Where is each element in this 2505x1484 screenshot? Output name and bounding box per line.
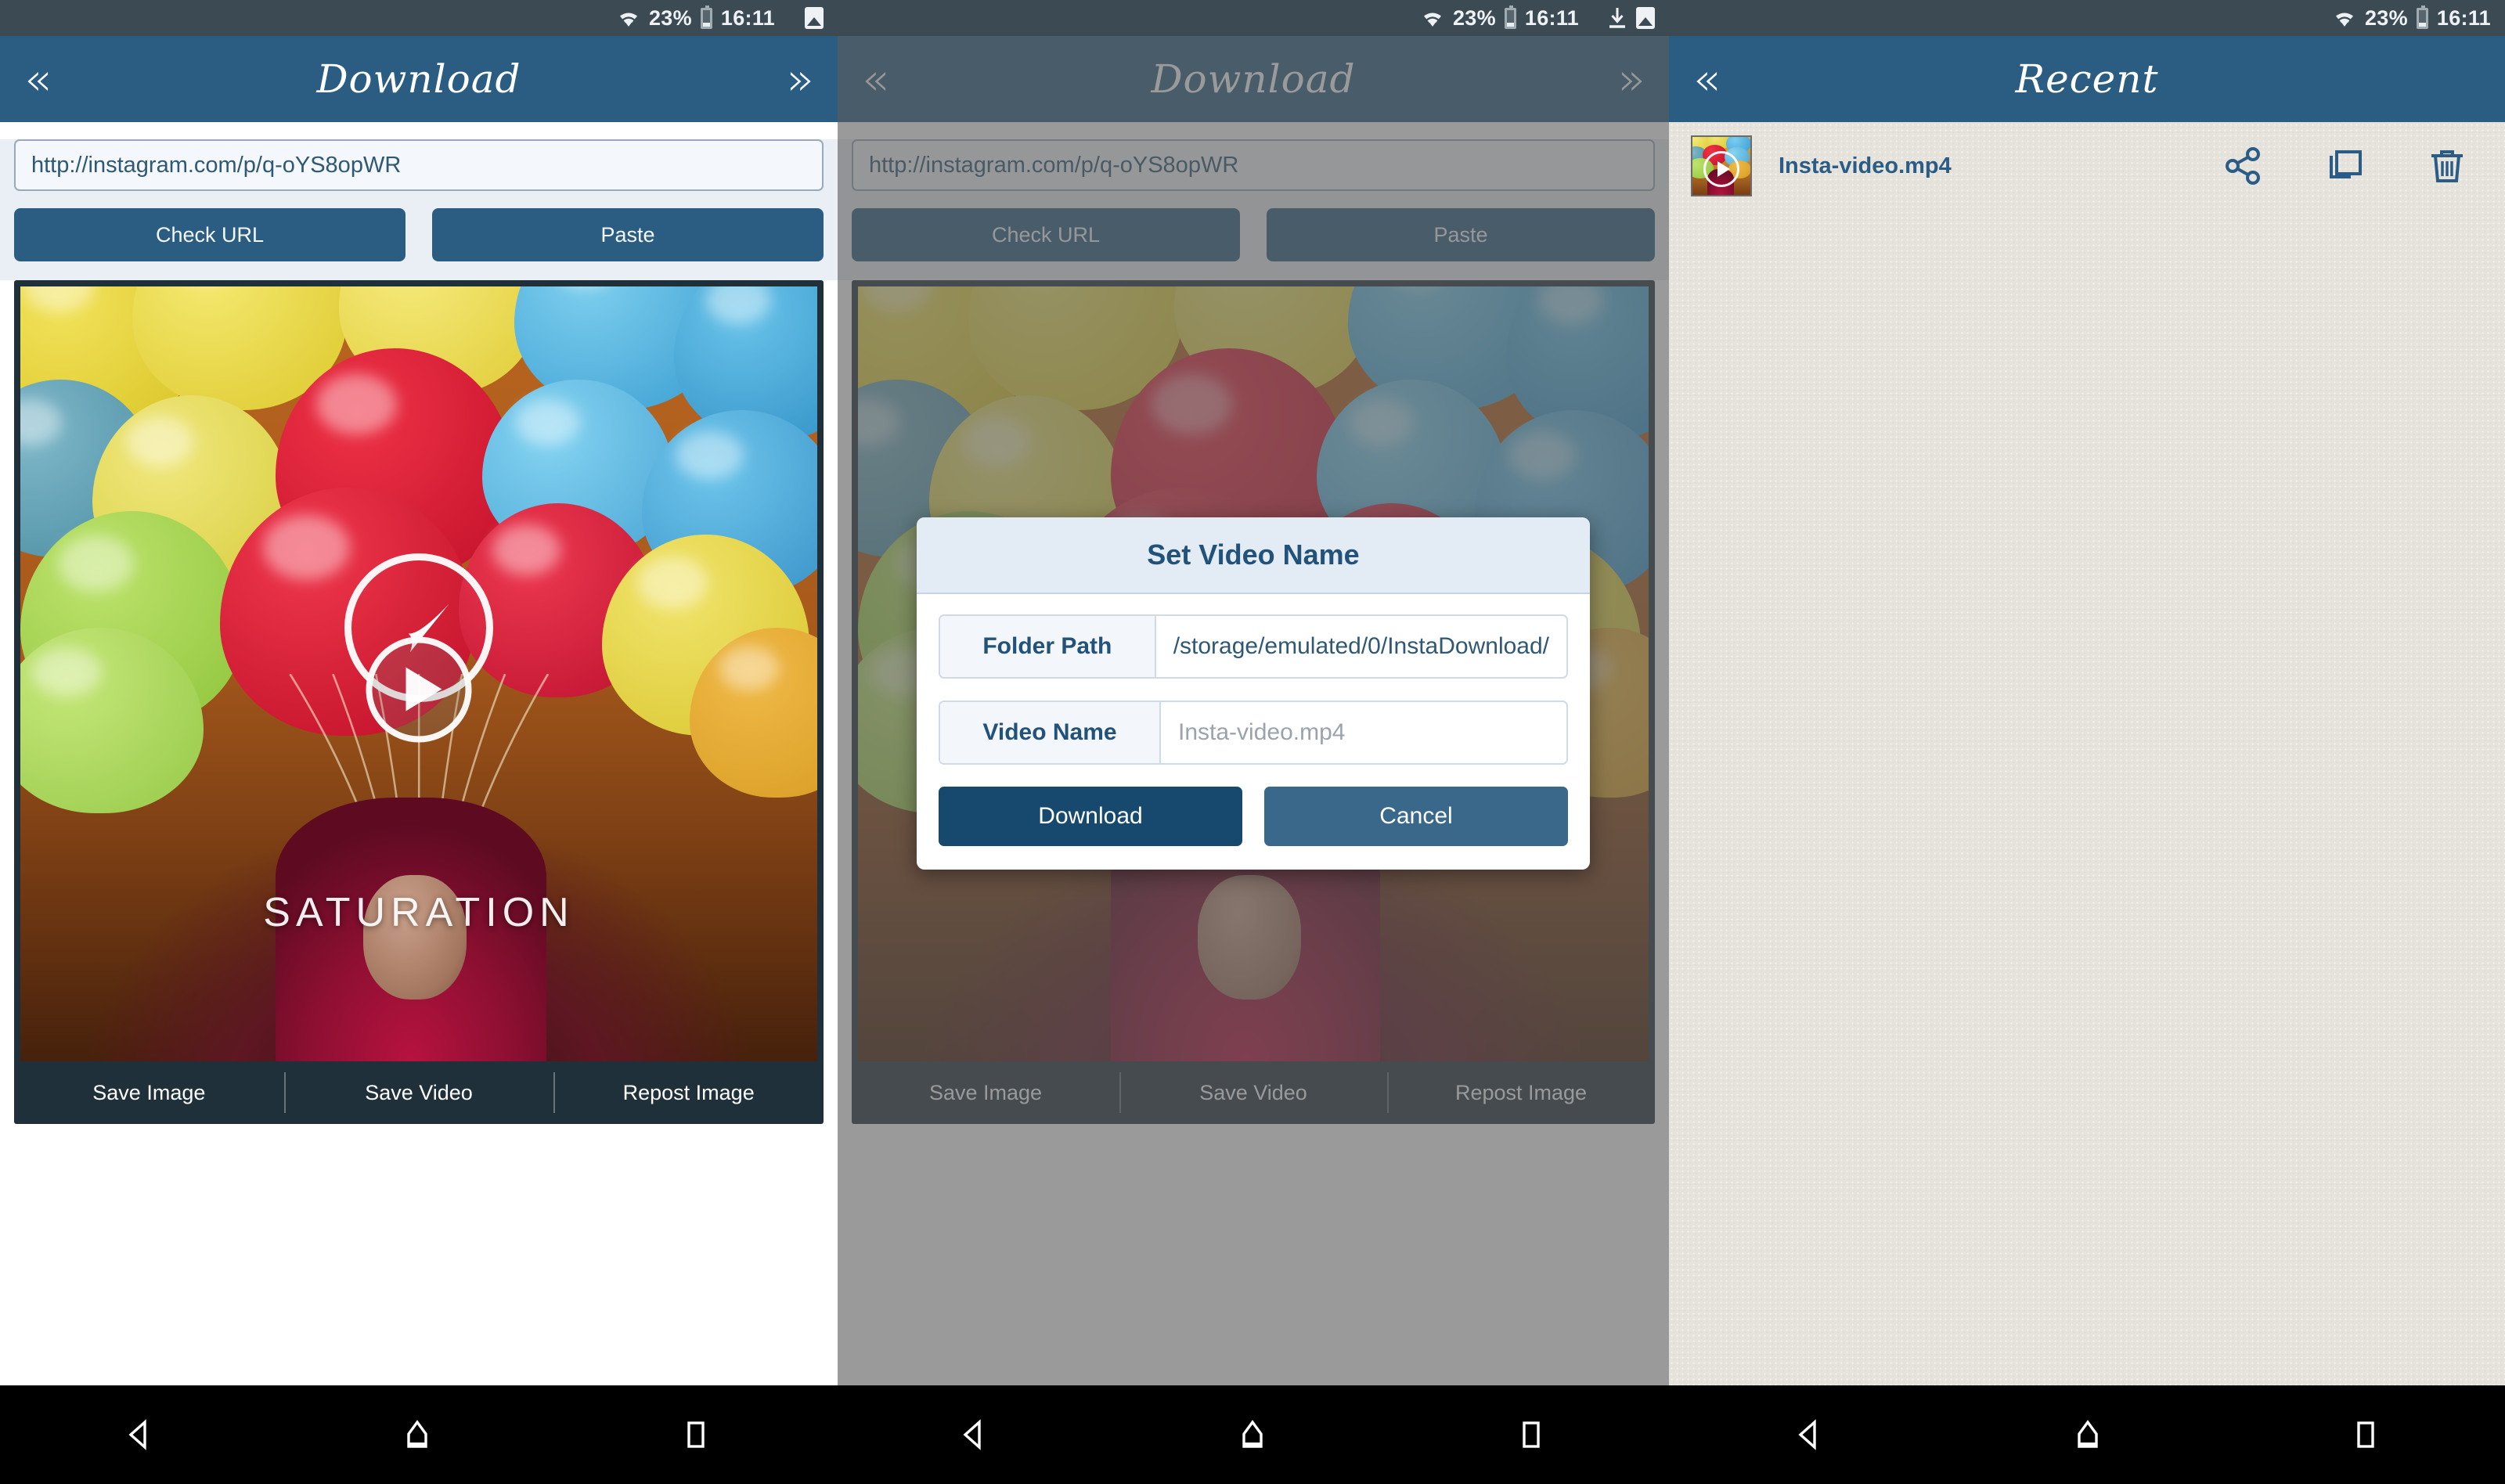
video-name-label: Video Name (940, 702, 1161, 763)
dialog-title: Set Video Name (917, 517, 1590, 594)
media-card: SATURATION Save Image Save Video Repost … (14, 280, 824, 1124)
folder-path-input[interactable]: /storage/emulated/0/InstaDownload/ (1156, 616, 1566, 677)
share-icon[interactable] (2223, 146, 2264, 186)
back-chevron-icon[interactable]: « (1675, 56, 1738, 102)
set-video-name-dialog: Set Video Name Folder Path /storage/emul… (917, 517, 1590, 870)
battery-percent-1: 23% (648, 5, 692, 30)
back-icon[interactable] (121, 1417, 157, 1453)
paste-button[interactable]: Paste (432, 208, 824, 261)
clock-2: 16:11 (1524, 5, 1579, 30)
recents-icon[interactable] (1513, 1417, 1549, 1453)
dialog-download-button[interactable]: Download (939, 787, 1242, 846)
back-icon[interactable] (956, 1417, 992, 1453)
battery-icon (2416, 5, 2428, 29)
media-card-actions: Save Image Save Video Repost Image (14, 1061, 824, 1124)
video-name-row: Video Name Insta-video.mp4 (939, 701, 1568, 765)
status-bar-segment-2: 23% 16:11 (838, 0, 1669, 36)
list-item-label: Insta-video.mp4 (1779, 153, 1952, 178)
wifi-icon (619, 13, 637, 27)
wifi-icon (1423, 13, 1441, 27)
image-icon (805, 7, 824, 29)
battery-percent-2: 23% (1452, 5, 1496, 30)
wifi-icon (2335, 13, 2353, 27)
screen: 23% 16:11 23% 16:11 23% 16:11 « Download… (0, 0, 2505, 1484)
home-icon[interactable] (2070, 1417, 2106, 1453)
media-card-wrap: SATURATION Save Image Save Video Repost … (0, 280, 838, 1124)
dialog-body: Folder Path /storage/emulated/0/InstaDow… (917, 594, 1590, 870)
folder-path-row: Folder Path /storage/emulated/0/InstaDow… (939, 614, 1568, 679)
url-input[interactable]: http://instagram.com/p/q-oYS8opWR (14, 139, 824, 191)
panel-container: « Download » http://instagram.com/p/q-oY… (0, 36, 2505, 1385)
recent-screen-panel: « Recent Insta-video.mp4 (1669, 36, 2505, 1385)
image-icon (1636, 7, 1655, 29)
app-bar-recent: « Recent (1669, 36, 2505, 122)
save-video-button[interactable]: Save Video (283, 1061, 554, 1124)
back-chevron-icon[interactable]: « (6, 56, 69, 102)
url-entry-area: http://instagram.com/p/q-oYS8opWR Check … (0, 139, 838, 280)
dialog-cancel-button[interactable]: Cancel (1264, 787, 1568, 846)
clock-3: 16:11 (2436, 5, 2491, 30)
forward-chevron-icon[interactable]: » (770, 56, 832, 102)
recents-icon[interactable] (678, 1417, 714, 1453)
download-dialog-panel: « Download » http://instagram.com/p/q-oY… (838, 36, 1669, 1385)
android-nav-bar (0, 1385, 2505, 1484)
list-item-actions (2223, 146, 2483, 186)
page-title: Recent (2015, 56, 2159, 102)
status-icons-1: 23% 16:11 (617, 5, 824, 30)
battery-percent-3: 23% (2364, 5, 2408, 30)
check-url-button[interactable]: Check URL (14, 208, 405, 261)
save-image-button[interactable]: Save Image (14, 1061, 284, 1124)
page-title: Download (316, 56, 521, 102)
download-icon (1609, 8, 1625, 28)
video-name-input[interactable]: Insta-video.mp4 (1161, 702, 1566, 763)
status-bar-segment-3: 23% 16:11 (1669, 0, 2505, 36)
battery-icon (1504, 5, 1516, 29)
list-item[interactable]: Insta-video.mp4 (1669, 122, 2505, 210)
copy-icon[interactable] (2325, 146, 2366, 186)
status-icons-2: 23% 16:11 (1421, 5, 1655, 30)
nav-segment-3 (1670, 1385, 2505, 1484)
home-icon[interactable] (399, 1417, 435, 1453)
repost-image-button[interactable]: Repost Image (553, 1061, 824, 1124)
play-icon (1703, 151, 1739, 188)
nav-segment-2 (835, 1385, 1671, 1484)
recent-list: Insta-video.mp4 (1669, 122, 2505, 1385)
folder-path-label: Folder Path (940, 616, 1156, 677)
video-thumbnail[interactable] (1691, 135, 1752, 196)
recents-icon[interactable] (2348, 1417, 2384, 1453)
download-screen-panel: « Download » http://instagram.com/p/q-oY… (0, 36, 838, 1385)
media-preview[interactable]: SATURATION (20, 286, 817, 1061)
clock-1: 16:11 (720, 5, 775, 30)
app-bar-download: « Download » (0, 36, 838, 122)
back-icon[interactable] (1791, 1417, 1827, 1453)
dialog-buttons: Download Cancel (939, 787, 1568, 846)
trash-icon[interactable] (2427, 146, 2467, 186)
battery-icon (700, 5, 712, 29)
status-bar: 23% 16:11 23% 16:11 23% 16:11 (0, 0, 2505, 36)
video-overlay-text: SATURATION (263, 890, 575, 935)
home-icon[interactable] (1234, 1417, 1271, 1453)
status-icons-3: 23% 16:11 (2333, 5, 2491, 30)
nav-segment-1 (0, 1385, 835, 1484)
url-button-row: Check URL Paste (14, 208, 824, 280)
status-bar-segment-1: 23% 16:11 (0, 0, 838, 36)
play-icon[interactable] (366, 636, 472, 743)
